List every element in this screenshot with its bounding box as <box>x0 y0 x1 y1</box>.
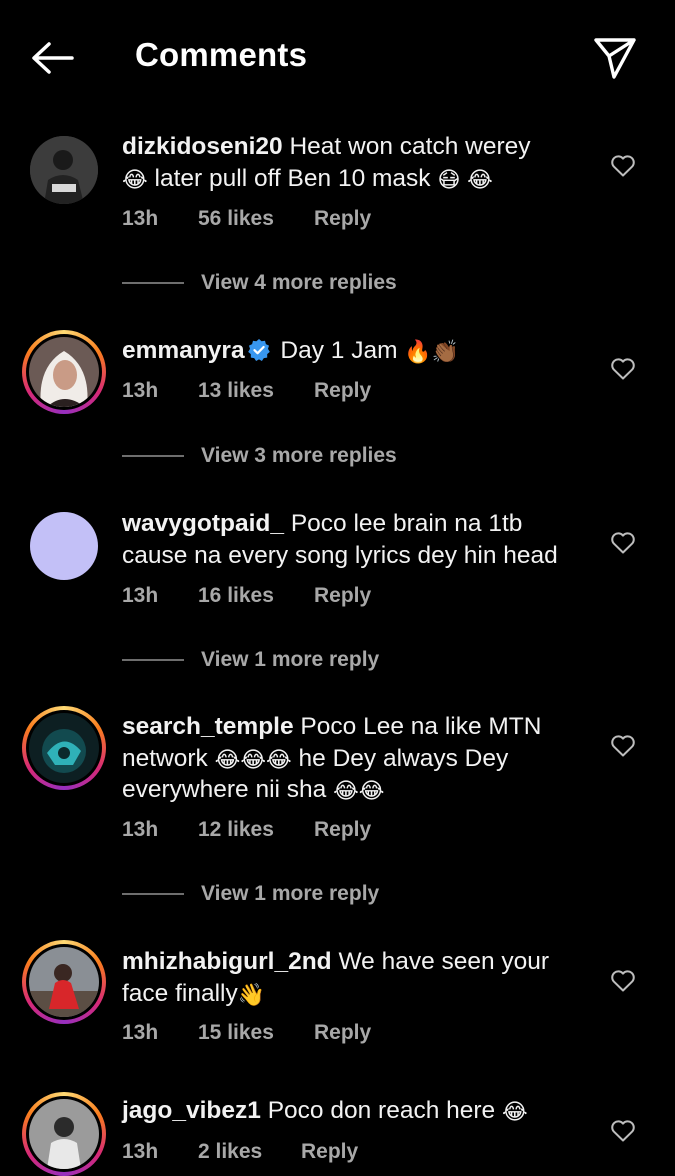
reply-button[interactable]: Reply <box>314 1021 371 1045</box>
avatar[interactable] <box>22 330 106 414</box>
divider-line <box>122 893 184 895</box>
view-more-replies[interactable]: View 1 more reply <box>122 645 379 675</box>
comment-meta: 13h 15 likes Reply <box>122 1021 371 1045</box>
comment-text: search_temple Poco Lee na like MTN netwo… <box>122 711 592 806</box>
heart-icon[interactable] <box>610 357 636 381</box>
avatar-photo <box>29 713 99 783</box>
view-more-label: View 3 more replies <box>201 444 397 467</box>
header: Comments <box>0 0 675 112</box>
comment-time: 13h <box>122 1140 159 1163</box>
heart-icon[interactable] <box>610 734 636 758</box>
reply-button[interactable]: Reply <box>301 1140 358 1164</box>
avatar[interactable] <box>22 1092 106 1176</box>
comment-likes[interactable]: 15 likes <box>198 1021 314 1045</box>
view-more-replies[interactable]: View 3 more replies <box>122 441 397 471</box>
comment-text: dizkidoseni20 Heat won catch werey 😂 lat… <box>122 131 592 194</box>
heart-icon[interactable] <box>610 1119 636 1143</box>
emoji: 😂😂😂 <box>214 747 292 773</box>
divider-line <box>122 659 184 661</box>
avatar-photo <box>29 1099 99 1169</box>
send-icon <box>594 38 636 79</box>
comment-meta: 13h 16 likes Reply <box>122 584 371 608</box>
share-button[interactable] <box>592 35 638 81</box>
divider-line <box>122 455 184 457</box>
reply-button[interactable]: Reply <box>314 207 371 231</box>
avatar-photo <box>30 136 98 204</box>
comment-username[interactable]: jago_vibez1 <box>122 1097 261 1124</box>
view-more-label: View 1 more reply <box>201 648 380 671</box>
emoji: 👋 <box>237 982 266 1008</box>
comment-likes[interactable]: 16 likes <box>198 584 314 608</box>
verified-icon <box>247 339 270 361</box>
comment-text: mhizhabigurl_2nd We have seen your face … <box>122 946 592 1009</box>
comment-meta: 13h 12 likes Reply <box>122 818 371 842</box>
comment-username[interactable]: emmanyra <box>122 337 245 364</box>
comment-time: 13h <box>122 818 159 841</box>
comment-time: 13h <box>122 584 159 607</box>
comment-meta: 13h 2 likes Reply <box>122 1140 358 1164</box>
avatar-photo <box>29 337 99 407</box>
avatar-photo <box>29 947 99 1017</box>
back-arrow-icon <box>32 42 74 74</box>
comment-body: Poco don reach here <box>267 1097 496 1124</box>
view-more-label: View 1 more reply <box>201 882 380 905</box>
comment-likes[interactable]: 13 likes <box>198 379 314 403</box>
divider-line <box>122 282 184 284</box>
emoji: 😂 <box>122 167 148 193</box>
comment-time: 13h <box>122 207 159 230</box>
comment-body: Day 1 Jam <box>280 337 398 364</box>
comment-body: Heat won catch werey <box>289 133 531 160</box>
comment-likes[interactable]: 2 likes <box>198 1140 301 1164</box>
avatar[interactable] <box>22 706 106 790</box>
emoji: 😂 <box>501 1100 528 1125</box>
avatar[interactable] <box>22 940 106 1024</box>
view-more-label: View 4 more replies <box>201 271 397 294</box>
heart-icon[interactable] <box>610 154 636 178</box>
comment-text: jago_vibez1 Poco don reach here 😂 <box>122 1095 592 1127</box>
emoji: 😂😂 <box>333 779 385 804</box>
emoji: 👏🏾 <box>431 340 460 365</box>
comment-username[interactable]: wavygotpaid_ <box>122 510 284 537</box>
comment-meta: 13h 56 likes Reply <box>122 207 371 231</box>
comment-username[interactable]: search_temple <box>122 713 294 740</box>
comment-text: wavygotpaid_ Poco lee brain na 1tb cause… <box>122 508 592 571</box>
page-title: Comments <box>135 36 308 73</box>
reply-button[interactable]: Reply <box>314 379 371 403</box>
comment-text: emmanyra Day 1 Jam 🔥👏🏾 <box>122 335 592 367</box>
reply-button[interactable]: Reply <box>314 818 371 842</box>
comment-likes[interactable]: 12 likes <box>198 818 314 842</box>
heart-icon[interactable] <box>610 969 636 993</box>
emoji: 😂 <box>467 167 493 193</box>
comment-time: 13h <box>122 379 159 402</box>
avatar[interactable] <box>30 512 98 580</box>
comment-meta: 13h 13 likes Reply <box>122 379 371 403</box>
view-more-replies[interactable]: View 1 more reply <box>122 879 379 909</box>
avatar[interactable] <box>30 136 98 204</box>
reply-button[interactable]: Reply <box>314 584 371 608</box>
heart-icon[interactable] <box>610 531 636 555</box>
emoji: 🔥 <box>404 340 432 365</box>
comment-body: later pull off Ben 10 mask <box>154 164 431 192</box>
back-button[interactable] <box>28 36 76 80</box>
comment-time: 13h <box>122 1021 159 1044</box>
view-more-replies[interactable]: View 4 more replies <box>122 268 397 298</box>
comment-likes[interactable]: 56 likes <box>198 207 314 231</box>
comment-username[interactable]: dizkidoseni20 <box>122 133 283 160</box>
emoji: 😷 <box>437 167 461 193</box>
comment-username[interactable]: mhizhabigurl_2nd <box>122 948 332 975</box>
